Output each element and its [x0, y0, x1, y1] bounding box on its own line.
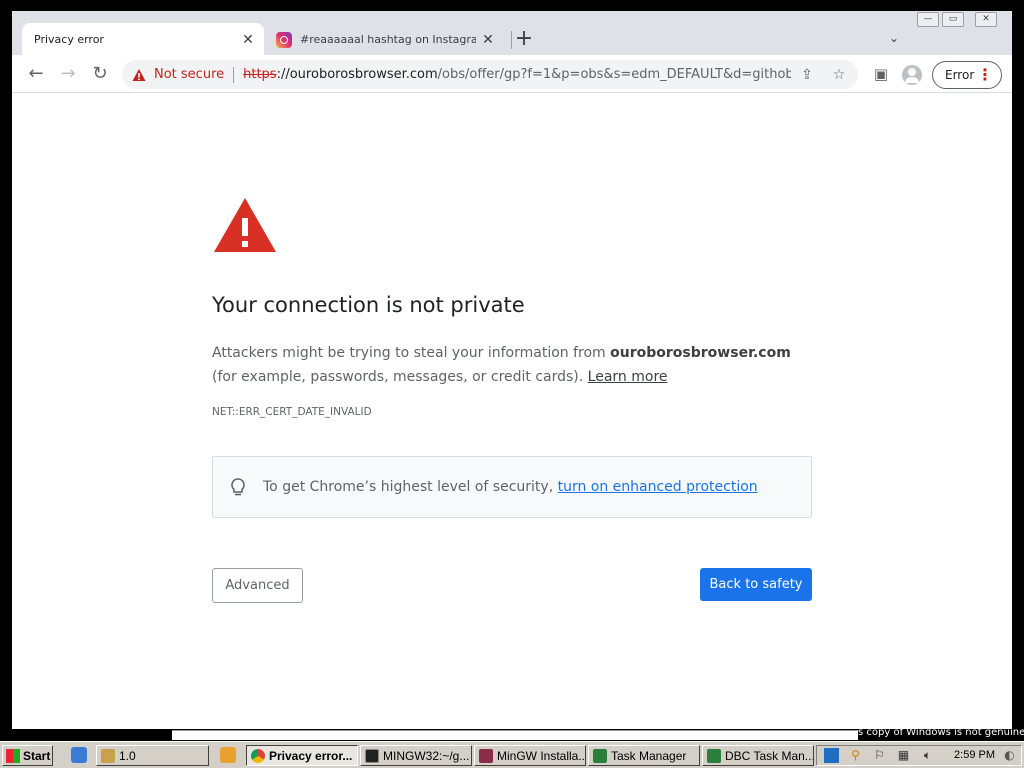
notification-icon[interactable]: ◐ [1002, 748, 1017, 763]
warning-icon [214, 198, 276, 252]
address-bar[interactable]: Not secure https://ouroborosbrowser.com/… [122, 60, 858, 89]
taskbar-item-task-manager[interactable]: Task Manager [588, 745, 700, 766]
start-button[interactable]: Start [2, 745, 53, 766]
page-title: Your connection is not private [212, 293, 525, 317]
enhanced-protection-link[interactable]: turn on enhanced protection [558, 479, 758, 495]
taskbar-item-dbc-task-manager[interactable]: DBC Task Man... [702, 745, 814, 766]
explanation-part1: Attackers might be trying to steal your … [212, 345, 611, 361]
advanced-button[interactable]: Advanced [212, 568, 303, 603]
taskbar-item-label: 1.0 [119, 748, 136, 763]
ie-icon[interactable] [71, 747, 87, 763]
error-code: NET::ERR_CERT_DATE_INVALID [212, 406, 372, 418]
tab-privacy-error[interactable]: Privacy error ✕ [22, 23, 264, 56]
taskbar-item-label: Privacy error... [269, 748, 353, 763]
taskbar-item-label: MinGW Installa... [497, 748, 586, 763]
back-to-safety-button[interactable]: Back to safety [700, 568, 812, 601]
instagram-favicon-icon [276, 31, 292, 48]
sidepanel-icon[interactable]: ▣ [869, 62, 893, 86]
url-host: ://ouroborosbrowser.com [276, 67, 438, 82]
tab-close-icon[interactable]: ✕ [480, 32, 496, 48]
tab-separator [511, 31, 512, 49]
background-window-strip [172, 730, 858, 740]
maximize-button[interactable]: ▭ [942, 12, 964, 27]
minimize-button[interactable]: — [917, 12, 939, 27]
error-chip-button[interactable]: Error ⋮ [932, 61, 1002, 89]
enhanced-protection-box: To get Chrome’s highest level of securit… [212, 456, 812, 518]
volume-icon[interactable]: 🔈︎ [920, 748, 935, 763]
warning-icon [132, 68, 146, 81]
not-secure-label[interactable]: Not secure [154, 67, 224, 82]
taskbar-item-1-0[interactable]: 1.0 [96, 745, 209, 766]
tab-close-icon[interactable]: ✕ [240, 32, 256, 48]
url-path: /obs/offer/gp?f=1&p=obs&s=edm_DEFAULT&d=… [437, 67, 792, 82]
flag-icon[interactable]: ⚐ [872, 748, 887, 763]
browser-toolbar: ← → ↻ Not secure https://ouroborosbrowse… [12, 55, 1012, 93]
star-icon[interactable]: ☆ [830, 66, 848, 84]
forward-icon[interactable]: → [56, 62, 80, 86]
app-icon [101, 748, 115, 763]
taskbar: Start 1.0 Privacy error... MINGW32:~/g..… [0, 741, 1024, 768]
explanation-text: Attackers might be trying to steal your … [212, 341, 812, 389]
terminal-icon [365, 748, 379, 763]
lightbulb-icon [231, 478, 245, 496]
system-tray: ⚲ ⚐ ▦ 🔈︎ 2:59 PM ◐ [816, 745, 1022, 766]
tray-app-icon[interactable] [824, 748, 839, 763]
error-chip-label: Error [945, 68, 975, 82]
taskbar-item-label: Task Manager [611, 748, 687, 763]
url-text[interactable]: https://ouroborosbrowser.com/obs/offer/g… [243, 67, 791, 82]
menu-icon[interactable]: ⋮ [977, 65, 993, 84]
back-icon[interactable]: ← [24, 62, 48, 86]
site-domain: ouroborosbrowser.com [610, 345, 791, 361]
explanation-part2: (for example, passwords, messages, or cr… [212, 369, 588, 385]
windows-logo-icon [6, 748, 20, 763]
network-icon[interactable]: ▦ [896, 748, 911, 763]
browser-window: Privacy error ✕ #reaaaaaal hashtag on In… [12, 11, 1012, 729]
tab-search-icon[interactable]: ⌄ [884, 31, 904, 49]
media-player-icon[interactable] [220, 747, 236, 763]
profile-icon[interactable] [902, 65, 922, 85]
interstitial-page: Your connection is not private Attackers… [12, 93, 1012, 729]
taskbar-item-mingw32[interactable]: MINGW32:~/g... [360, 745, 472, 766]
task-manager-icon [593, 748, 607, 763]
enhanced-protection-prefix: To get Chrome’s highest level of securit… [263, 479, 558, 495]
search-icon[interactable]: ⚲ [848, 748, 863, 763]
tab-title: #reaaaaaal hashtag on Instagram [300, 33, 476, 46]
reload-icon[interactable]: ↻ [88, 62, 112, 86]
url-scheme: https [243, 67, 277, 82]
clock: 2:59 PM [954, 749, 995, 761]
installer-icon [479, 748, 493, 763]
tab-instagram[interactable]: #reaaaaaal hashtag on Instagram ✕ [268, 23, 504, 56]
taskbar-item-privacy-error[interactable]: Privacy error... [246, 745, 358, 766]
new-tab-button[interactable]: + [513, 28, 535, 51]
close-window-button[interactable]: ✕ [975, 12, 997, 27]
enhanced-protection-text: To get Chrome’s highest level of securit… [263, 479, 758, 495]
share-icon[interactable]: ⇪ [798, 66, 816, 84]
windows-genuine-notice: s copy of Windows is not genuine [858, 727, 1024, 738]
task-manager-icon [707, 748, 721, 763]
tab-strip: Privacy error ✕ #reaaaaaal hashtag on In… [12, 11, 1012, 56]
taskbar-item-mingw-installer[interactable]: MinGW Installa... [474, 745, 586, 766]
start-label: Start [23, 748, 51, 763]
omnibox-separator [233, 66, 235, 83]
taskbar-item-label: DBC Task Man... [725, 748, 814, 763]
learn-more-link[interactable]: Learn more [588, 369, 668, 385]
chrome-icon [251, 748, 265, 763]
tab-title: Privacy error [34, 33, 104, 46]
taskbar-item-label: MINGW32:~/g... [383, 748, 470, 763]
